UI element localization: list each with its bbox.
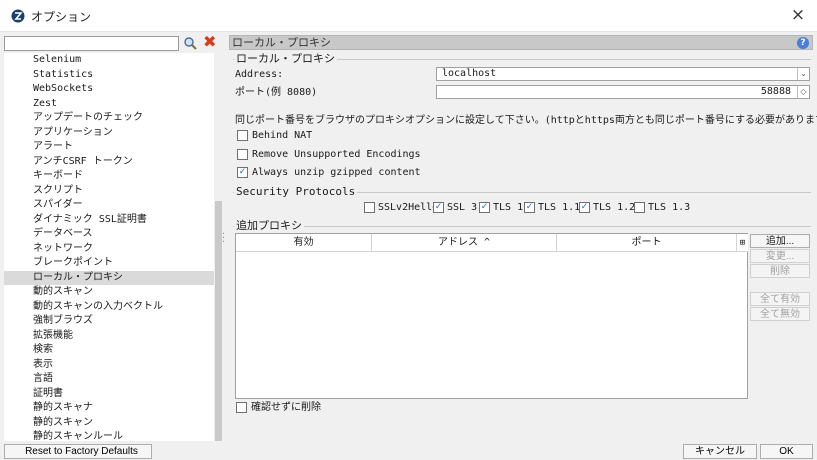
tree-item[interactable]: 検索	[4, 343, 214, 358]
protocol-checkbox[interactable]	[364, 202, 375, 213]
tree-item[interactable]: アップデートのチェック	[4, 111, 214, 126]
clear-search-icon[interactable]: ✖	[203, 33, 217, 51]
tree-item[interactable]: 証明書	[4, 387, 214, 402]
tree-item[interactable]: 静的スキャナ	[4, 401, 214, 416]
close-window-button[interactable]: ×	[789, 6, 807, 24]
window-title: オプション	[31, 10, 92, 24]
reset-defaults-button[interactable]: Reset to Factory Defaults	[4, 444, 152, 459]
remove-encodings-checkbox[interactable]	[237, 149, 248, 160]
additional-proxies-title: 追加プロキシ	[234, 219, 304, 232]
tree-scrollbar[interactable]	[214, 53, 223, 441]
tree-item[interactable]: データベース	[4, 227, 214, 242]
tree-item[interactable]: ローカル・プロキシ	[4, 270, 214, 285]
tree-item[interactable]: スクリプト	[4, 184, 214, 199]
panel-title: ローカル・プロキシ	[232, 36, 331, 49]
chevron-down-icon[interactable]: ⌄	[797, 68, 809, 80]
enable-all-button[interactable]: 全て有効	[750, 292, 810, 306]
panel-header: ローカル・プロキシ ?	[229, 35, 813, 50]
protocol-checkbox[interactable]	[634, 202, 645, 213]
ok-button[interactable]: OK	[760, 444, 813, 459]
search-icon[interactable]	[183, 36, 197, 50]
protocol-checkbox[interactable]: ✓	[433, 202, 444, 213]
behind-nat-checkbox[interactable]	[237, 130, 248, 141]
splitter-handle[interactable]: · · ·	[221, 230, 226, 246]
help-icon[interactable]: ?	[797, 37, 809, 49]
tree-item[interactable]: 動的スキャンの入力ベクトル	[4, 300, 214, 315]
remove-encodings-label: Remove Unsupported Encodings	[252, 149, 421, 160]
column-chooser-icon[interactable]: ⊞	[737, 234, 748, 252]
cancel-button[interactable]: キャンセル	[683, 444, 757, 459]
port-spinner[interactable]: 58888 ◇	[436, 85, 810, 99]
protocol-checkbox[interactable]: ✓	[479, 202, 490, 213]
tree-item[interactable]: 動的スキャン	[4, 285, 214, 300]
tree-item[interactable]: 表示	[4, 358, 214, 373]
protocol-label: TLS 1	[493, 202, 524, 213]
disable-all-button[interactable]: 全て無効	[750, 307, 810, 321]
tree-item[interactable]: アンチCSRF トークン	[4, 155, 214, 170]
tree-item[interactable]: Selenium	[4, 53, 214, 68]
tree-item[interactable]: スパイダー	[4, 198, 214, 213]
tree-item[interactable]: アプリケーション	[4, 126, 214, 141]
tree-item[interactable]: 静的スキャンルール	[4, 430, 214, 441]
zap-app-icon	[11, 9, 25, 23]
remove-proxy-button[interactable]: 削除	[750, 264, 810, 278]
tree-item[interactable]: キーボード	[4, 169, 214, 184]
additional-proxies-table[interactable]: 有効 アドレス ^ ポート ⊞	[235, 233, 748, 399]
protocol-label: SSL 3	[447, 202, 478, 213]
protocol-checkbox[interactable]: ✓	[524, 202, 535, 213]
add-proxy-button[interactable]: 追加...	[750, 234, 810, 248]
tree-item[interactable]: WebSockets	[4, 82, 214, 97]
address-value: localhost	[442, 68, 497, 79]
modify-proxy-button[interactable]: 変更...	[750, 249, 810, 263]
column-header-port[interactable]: ポート	[557, 234, 737, 252]
tree-item[interactable]: Statistics	[4, 68, 214, 83]
protocol-label: SSLv2Hello	[378, 202, 439, 213]
protocol-checkbox[interactable]: ✓	[579, 202, 590, 213]
address-combobox[interactable]: localhost ⌄	[436, 67, 810, 81]
port-value: 58888	[760, 86, 791, 97]
security-protocols-title: Security Protocols	[234, 185, 358, 198]
protocol-label: TLS 1.2	[593, 202, 636, 213]
tree-item[interactable]: 拡張機能	[4, 329, 214, 344]
tree-item[interactable]: ダイナミック SSL証明書	[4, 213, 214, 228]
column-header-enabled[interactable]: 有効	[236, 234, 372, 252]
options-tree[interactable]: Selenium Statistics WebSockets Zest アップデートのチ…	[4, 53, 214, 441]
spinner-arrows-icon[interactable]: ◇	[797, 86, 809, 98]
column-header-address[interactable]: アドレス ^	[372, 234, 557, 252]
protocol-label: TLS 1.3	[648, 202, 691, 213]
tree-item[interactable]: 言語	[4, 372, 214, 387]
confirm-remove-checkbox[interactable]	[236, 402, 247, 413]
port-label: ポート(例 8080)	[235, 87, 318, 98]
tree-item[interactable]: ネットワーク	[4, 242, 214, 257]
tree-item[interactable]: 静的スキャン	[4, 416, 214, 431]
always-unzip-label: Always unzip gzipped content	[252, 167, 421, 178]
options-search-input[interactable]	[4, 36, 179, 51]
behind-nat-label: Behind NAT	[252, 130, 313, 141]
group-divider	[233, 226, 811, 227]
tree-item[interactable]: アラート	[4, 140, 214, 155]
confirm-remove-label: 確認せずに削除	[251, 402, 321, 413]
local-proxy-group-title: ローカル・プロキシ	[234, 52, 337, 65]
always-unzip-checkbox[interactable]: ✓	[237, 167, 248, 178]
title-bar: オプション ×	[0, 0, 817, 32]
tree-item[interactable]: 強制ブラウズ	[4, 314, 214, 329]
address-label: Address:	[235, 69, 284, 80]
tree-item[interactable]: Zest	[4, 97, 214, 112]
tree-item[interactable]: ブレークポイント	[4, 256, 214, 271]
protocol-label: TLS 1.1	[538, 202, 581, 213]
proxy-info-text: 同じポート番号をブラウザのプロキシオプションに設定して下さい。(httpとhtt…	[235, 115, 817, 126]
